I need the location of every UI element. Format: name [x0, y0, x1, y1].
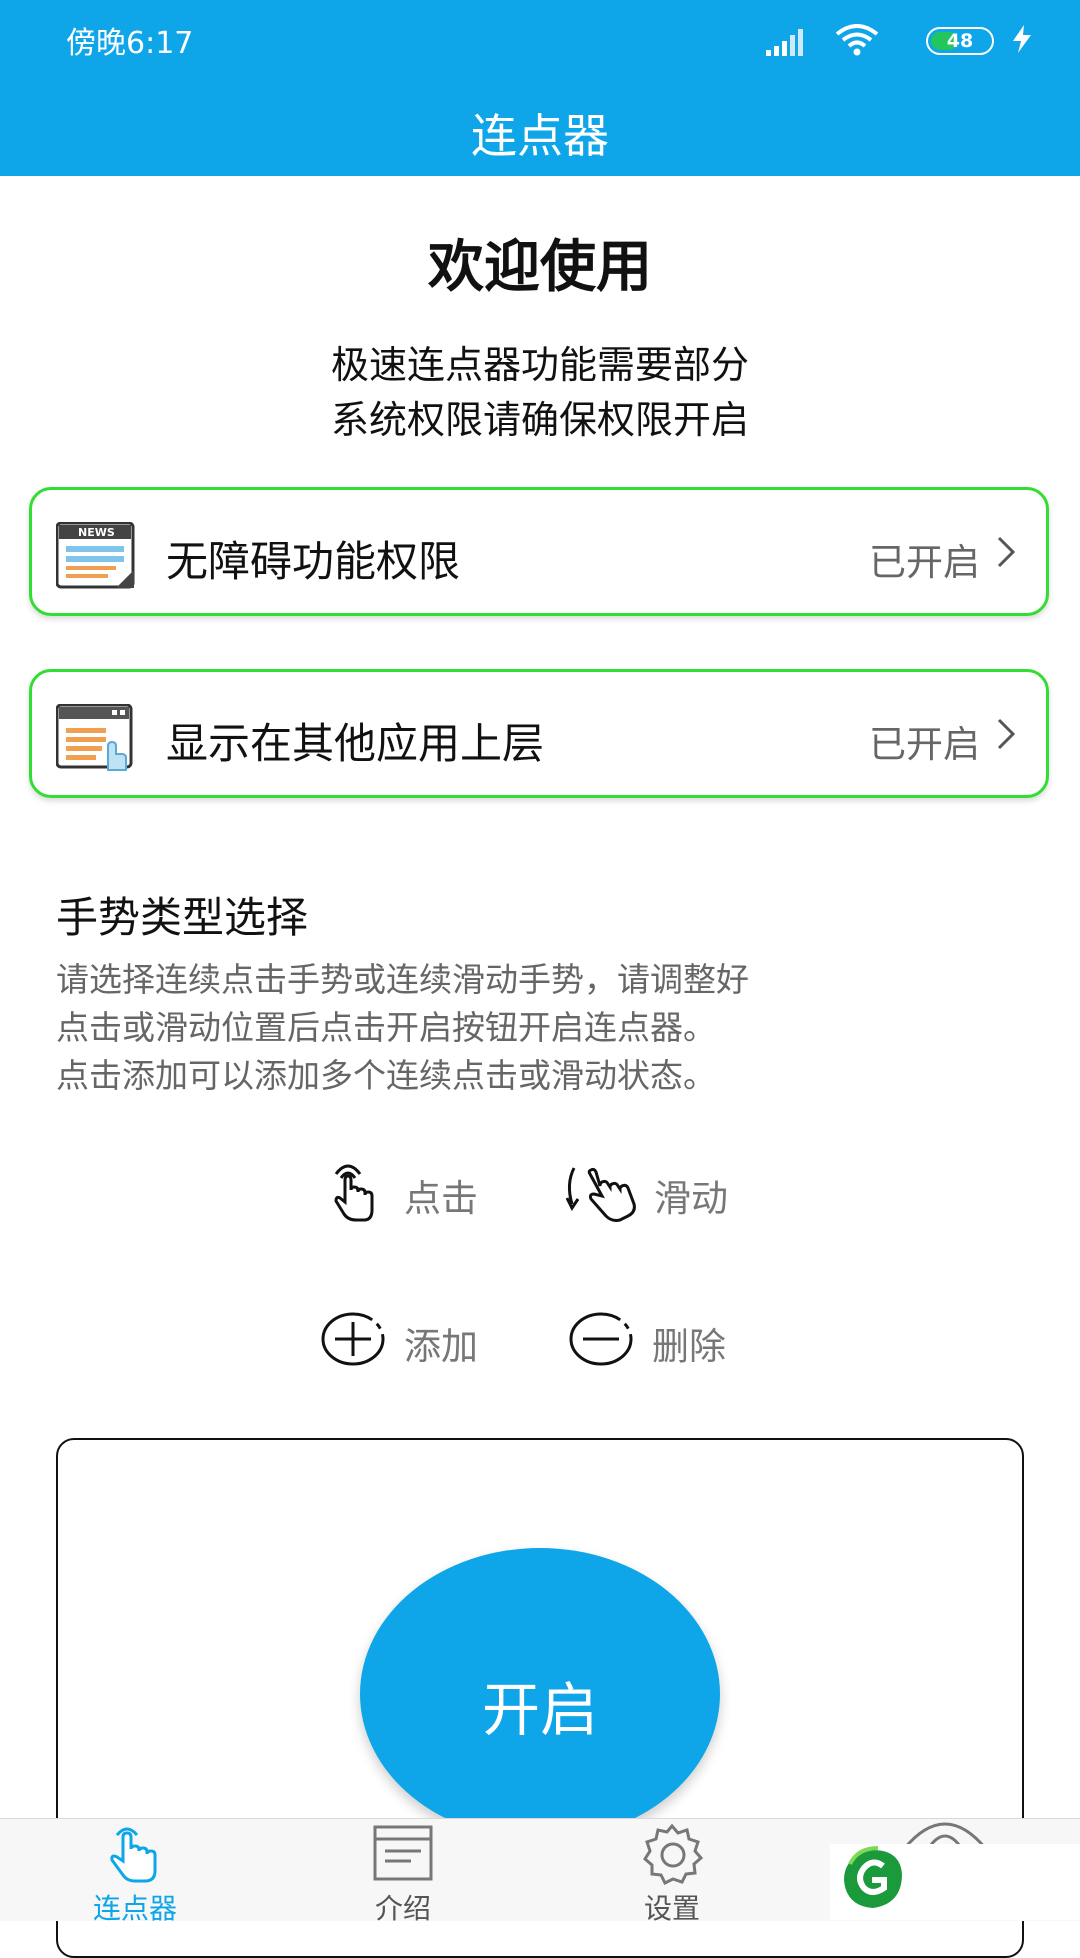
nav-item-clicker[interactable]: 连点器: [35, 1819, 235, 1925]
charging-icon: [1013, 25, 1031, 53]
svg-text:NEWS: NEWS: [78, 526, 115, 539]
status-bar: 傍晚6:17 48: [0, 0, 1080, 80]
start-button-label: 开启: [481, 1676, 598, 1744]
permission-accessibility-card[interactable]: NEWS 无障碍功能权限 已开启: [29, 487, 1049, 616]
gesture-section-title: 手势类型选择: [56, 893, 309, 942]
gear-icon: [643, 1823, 704, 1885]
watermark: [830, 1844, 1080, 1920]
permission-label: 无障碍功能权限: [166, 537, 461, 586]
logo-icon: [844, 1846, 902, 1908]
window-overlay-icon: [56, 704, 133, 771]
battery-icon: 48: [926, 27, 994, 55]
hand-pointer-icon: [110, 1827, 157, 1883]
nav-item-intro[interactable]: 介绍: [303, 1819, 503, 1925]
battery-level-text: 48: [946, 30, 974, 52]
permission-overlay-card[interactable]: 显示在其他应用上层 已开启: [29, 669, 1049, 798]
welcome-description: 极速连点器功能需要部分 系统权限请确保权限开启: [0, 338, 1080, 448]
swipe-gesture-option[interactable]: 滑动: [562, 1160, 752, 1224]
gesture-desc-line: 请选择连续点击手势或连续滑动手势，请调整好: [56, 960, 749, 999]
welcome-title: 欢迎使用: [428, 235, 652, 300]
gesture-description: 请选择连续点击手势或连续滑动手势，请调整好 点击或滑动位置后点击开启按钮开启连点…: [56, 956, 749, 1100]
swipe-gesture-label: 滑动: [654, 1177, 728, 1220]
tap-gesture-option[interactable]: 点击: [326, 1160, 496, 1224]
remove-gesture-button[interactable]: 删除: [568, 1310, 748, 1374]
add-circle-icon: [321, 1312, 385, 1366]
permission-status: 已开启: [869, 541, 980, 584]
swipe-hand-icon: [565, 1167, 636, 1222]
chevron-right-icon: [997, 536, 1016, 568]
permission-status: 已开启: [869, 723, 980, 766]
welcome-desc-line: 系统权限请确保权限开启: [330, 398, 749, 442]
news-icon: NEWS: [56, 522, 135, 589]
wifi-icon: [835, 24, 879, 56]
app-title: 连点器: [471, 109, 609, 163]
gesture-desc-line: 点击或滑动位置后点击开启按钮开启连点器。: [56, 1008, 716, 1047]
signal-icon: [766, 29, 803, 56]
add-label: 添加: [404, 1325, 478, 1368]
remove-label: 删除: [652, 1325, 726, 1368]
start-button[interactable]: 开启: [360, 1548, 720, 1840]
document-icon: [373, 1825, 433, 1881]
gesture-desc-line: 点击添加可以添加多个连续点击或滑动状态。: [56, 1056, 716, 1095]
add-gesture-button[interactable]: 添加: [320, 1310, 500, 1374]
tap-hand-icon: [334, 1164, 374, 1222]
welcome-desc-line: 极速连点器功能需要部分: [330, 343, 749, 387]
nav-label: 设置: [643, 1892, 700, 1925]
nav-label: 介绍: [374, 1892, 431, 1925]
chevron-right-icon: [997, 718, 1016, 750]
status-icons: 48: [754, 22, 1034, 58]
tap-gesture-label: 点击: [404, 1177, 478, 1220]
permission-label: 显示在其他应用上层: [166, 719, 545, 768]
remove-circle-icon: [569, 1312, 633, 1366]
status-time: 傍晚6:17: [66, 26, 194, 61]
nav-label: 连点器: [92, 1892, 177, 1925]
app-bar: 连点器: [0, 80, 1080, 176]
nav-item-settings[interactable]: 设置: [572, 1819, 772, 1925]
